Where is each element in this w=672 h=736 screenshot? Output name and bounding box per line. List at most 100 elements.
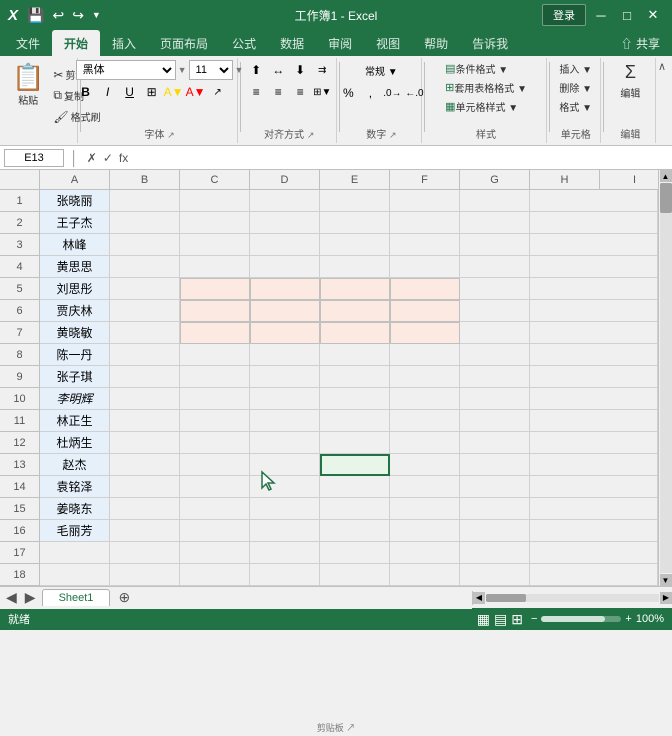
cell-e18[interactable] xyxy=(320,564,390,586)
cell-d14[interactable] xyxy=(250,476,320,498)
cell-e12[interactable] xyxy=(320,432,390,454)
cell-h2[interactable] xyxy=(530,212,658,234)
format-cells-button[interactable]: 格式 ▼ xyxy=(556,98,595,115)
bold-button[interactable]: B xyxy=(76,82,96,102)
align-center-button[interactable]: ≡ xyxy=(268,82,288,102)
undo-icon[interactable]: ↩ xyxy=(49,5,67,26)
tab-file[interactable]: 文件 xyxy=(4,30,52,56)
row-header-8[interactable]: 8 xyxy=(0,344,40,366)
cell-h8[interactable] xyxy=(530,344,658,366)
align-left-button[interactable]: ≡ xyxy=(246,82,266,102)
cell-h5[interactable] xyxy=(530,278,658,300)
cell-c2[interactable] xyxy=(180,212,250,234)
cell-h1[interactable] xyxy=(530,190,658,212)
cell-f12[interactable] xyxy=(390,432,460,454)
cell-d15[interactable] xyxy=(250,498,320,520)
vertical-scrollbar[interactable]: ▲ ▼ xyxy=(658,170,672,586)
cell-e2[interactable] xyxy=(320,212,390,234)
cell-b4[interactable] xyxy=(110,256,180,278)
cell-f4[interactable] xyxy=(390,256,460,278)
cell-b9[interactable] xyxy=(110,366,180,388)
cell-f1[interactable] xyxy=(390,190,460,212)
cell-b11[interactable] xyxy=(110,410,180,432)
maximize-button[interactable]: □ xyxy=(616,4,638,26)
tab-help[interactable]: 帮助 xyxy=(412,30,460,56)
cell-h11[interactable] xyxy=(530,410,658,432)
cell-g4[interactable] xyxy=(460,256,530,278)
cell-h14[interactable] xyxy=(530,476,658,498)
cell-g17[interactable] xyxy=(460,542,530,564)
cell-c11[interactable] xyxy=(180,410,250,432)
cell-d2[interactable] xyxy=(250,212,320,234)
cell-g12[interactable] xyxy=(460,432,530,454)
italic-button[interactable]: I xyxy=(98,82,118,102)
cell-g8[interactable] xyxy=(460,344,530,366)
cell-d7[interactable] xyxy=(250,322,320,344)
cell-h10[interactable] xyxy=(530,388,658,410)
percent-button[interactable]: % xyxy=(338,83,358,103)
cell-a11[interactable]: 林正生 xyxy=(40,410,110,432)
cell-e16[interactable] xyxy=(320,520,390,542)
row-header-4[interactable]: 4 xyxy=(0,256,40,278)
cell-d13[interactable] xyxy=(250,454,320,476)
cell-d6[interactable] xyxy=(250,300,320,322)
scroll-track[interactable] xyxy=(660,183,672,573)
cell-c18[interactable] xyxy=(180,564,250,586)
cell-d4[interactable] xyxy=(250,256,320,278)
cell-e4[interactable] xyxy=(320,256,390,278)
cell-g10[interactable] xyxy=(460,388,530,410)
cell-f5[interactable] xyxy=(390,278,460,300)
row-header-7[interactable]: 7 xyxy=(0,322,40,344)
cell-h12[interactable] xyxy=(530,432,658,454)
cell-b8[interactable] xyxy=(110,344,180,366)
cell-c12[interactable] xyxy=(180,432,250,454)
tab-review[interactable]: 审阅 xyxy=(316,30,364,56)
cell-g9[interactable] xyxy=(460,366,530,388)
insert-function-icon[interactable]: fx xyxy=(117,151,130,165)
col-header-d[interactable]: D xyxy=(250,170,320,190)
cell-b3[interactable] xyxy=(110,234,180,256)
cell-c14[interactable] xyxy=(180,476,250,498)
cell-d17[interactable] xyxy=(250,542,320,564)
cell-e10[interactable] xyxy=(320,388,390,410)
cell-d10[interactable] xyxy=(250,388,320,410)
row-header-12[interactable]: 12 xyxy=(0,432,40,454)
cell-f2[interactable] xyxy=(390,212,460,234)
cell-e1[interactable] xyxy=(320,190,390,212)
scroll-right-button[interactable]: ▶ xyxy=(660,592,672,604)
cell-b14[interactable] xyxy=(110,476,180,498)
align-right-button[interactable]: ≡ xyxy=(290,82,310,102)
cell-d3[interactable] xyxy=(250,234,320,256)
horizontal-scrollbar[interactable]: ◀ ▶ xyxy=(472,591,672,605)
scroll-thumb[interactable] xyxy=(660,183,672,213)
cell-c17[interactable] xyxy=(180,542,250,564)
cell-h17[interactable] xyxy=(530,542,658,564)
cell-g1[interactable] xyxy=(460,190,530,212)
dropdown-icon[interactable]: ▼ xyxy=(89,8,104,22)
cell-e9[interactable] xyxy=(320,366,390,388)
wrap-text-button[interactable]: ⇉ xyxy=(312,60,332,80)
row-header-14[interactable]: 14 xyxy=(0,476,40,498)
h-scroll-track[interactable] xyxy=(486,594,659,602)
cell-e6[interactable] xyxy=(320,300,390,322)
tab-formulas[interactable]: 公式 xyxy=(220,30,268,56)
cell-e8[interactable] xyxy=(320,344,390,366)
sum-button[interactable]: Σ 编辑 xyxy=(612,60,648,102)
more-font-button[interactable]: ↗ xyxy=(208,82,228,102)
add-sheet-button[interactable]: ⊕ xyxy=(114,589,134,606)
redo-icon[interactable]: ↪ xyxy=(69,5,87,26)
cell-d5[interactable] xyxy=(250,278,320,300)
row-header-17[interactable]: 17 xyxy=(0,542,40,564)
cell-f3[interactable] xyxy=(390,234,460,256)
sheet-nav-right[interactable]: ▶ xyxy=(23,589,38,606)
cell-c8[interactable] xyxy=(180,344,250,366)
row-header-16[interactable]: 16 xyxy=(0,520,40,542)
paste-button[interactable]: 📋 粘贴 xyxy=(8,62,48,109)
merge-button[interactable]: ⊞▼ xyxy=(312,82,332,102)
align-top-button[interactable]: ⬆ xyxy=(246,60,266,80)
confirm-formula-icon[interactable]: ✓ xyxy=(101,151,115,165)
cell-a16[interactable]: 毛丽芳 xyxy=(40,520,110,542)
cell-c13[interactable] xyxy=(180,454,250,476)
decrease-decimal-button[interactable]: ←.0 xyxy=(404,83,424,103)
cell-f10[interactable] xyxy=(390,388,460,410)
